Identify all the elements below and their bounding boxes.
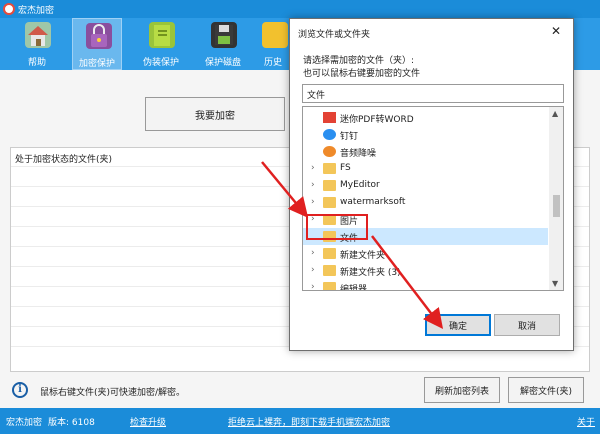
- tree-item-label: MyEditor: [340, 180, 380, 190]
- ok-button[interactable]: 确定: [425, 314, 491, 336]
- app-title: 宏杰加密: [18, 6, 55, 16]
- annotation-highlight-box: [306, 214, 368, 240]
- app-logo: [3, 3, 15, 15]
- tree-item[interactable]: › 新建文件夹 (3): [303, 262, 548, 279]
- tree-item-label: 钉钉: [340, 132, 359, 142]
- tree-item-label: watermarksoft: [340, 197, 406, 207]
- tree-item-label: 新建文件夹 (3): [340, 268, 401, 278]
- toolbar-encrypt-button[interactable]: 加密保护: [72, 18, 122, 70]
- chevron-right-icon[interactable]: ›: [311, 266, 319, 275]
- chevron-right-icon[interactable]: ›: [311, 283, 319, 291]
- folder-icon: [323, 265, 336, 276]
- tree-item-label: 编辑器: [340, 285, 368, 291]
- browse-dialog: 浏览文件或文件夹 ✕ 请选择需加密的文件（夹）: 也可以鼠标右键要加密的文件 文…: [289, 18, 574, 351]
- status-bar: 宏杰加密 版本: 6108 检查升级 拒绝云上裸奔，即刻下载手机端宏杰加密 关于: [0, 408, 600, 434]
- check-upgrade-link[interactable]: 检查升级: [130, 415, 166, 428]
- dingtalk-icon: [323, 129, 336, 140]
- list-header: 处于加密状态的文件(夹): [15, 155, 113, 165]
- scroll-up-icon[interactable]: ▲: [552, 109, 558, 118]
- tree-item[interactable]: › watermarksoft: [303, 194, 548, 211]
- book-icon: [149, 22, 175, 48]
- tree-item[interactable]: › MyEditor: [303, 177, 548, 194]
- chevron-right-icon[interactable]: ›: [311, 198, 319, 207]
- tree-item[interactable]: 迷你PDF转WORD: [303, 109, 548, 126]
- scroll-thumb[interactable]: [553, 195, 560, 217]
- status-app-name: 宏杰加密: [6, 418, 43, 428]
- status-version: 版本: 6108: [48, 418, 95, 428]
- toolbar-disguise-button[interactable]: 伪装保护: [136, 18, 186, 70]
- pdf-app-icon: [323, 112, 336, 123]
- folder-icon: [323, 248, 336, 259]
- promo-link[interactable]: 拒绝云上裸奔，即刻下载手机端宏杰加密: [228, 415, 390, 428]
- toolbar-label: 历史: [263, 58, 282, 68]
- title-bar: 宏杰加密: [0, 0, 600, 18]
- info-text: 鼠标右键文件(夹)可快速加密/解密。: [40, 388, 186, 398]
- tree-item[interactable]: › 编辑器: [303, 279, 548, 291]
- folder-icon: [323, 197, 336, 208]
- path-input[interactable]: 文件: [302, 84, 564, 103]
- folder-icon: [323, 180, 336, 191]
- toolbar-label: 伪装保护: [142, 58, 179, 68]
- toolbar-disk-button[interactable]: 保护磁盘: [198, 18, 248, 70]
- cancel-button[interactable]: 取消: [494, 314, 560, 336]
- tree-scrollbar[interactable]: ▲ ▼: [549, 107, 563, 290]
- toolbar-history-button[interactable]: 历史: [258, 18, 288, 70]
- tree-item-label: FS: [340, 163, 351, 173]
- dialog-title: 浏览文件或文件夹: [298, 30, 371, 40]
- tree-item-label: 迷你PDF转WORD: [340, 115, 414, 125]
- tree-item[interactable]: › 新建文件夹: [303, 245, 548, 262]
- about-link[interactable]: 关于: [577, 415, 595, 428]
- audio-app-icon: [323, 146, 336, 157]
- chevron-right-icon[interactable]: ›: [311, 249, 319, 258]
- tree-item[interactable]: 音频降噪: [303, 143, 548, 160]
- toolbar-label: 加密保护: [78, 59, 115, 69]
- tree-item[interactable]: › FS: [303, 160, 548, 177]
- tree-item-label: 音频降噪: [340, 149, 377, 159]
- lock-bag-icon: [86, 23, 112, 49]
- encrypt-button[interactable]: 我要加密: [145, 97, 285, 131]
- tree-item[interactable]: 钉钉: [303, 126, 548, 143]
- toolbar-label: 帮助: [27, 58, 46, 68]
- dialog-desc-line: 也可以鼠标右键要加密的文件: [303, 69, 421, 79]
- close-icon[interactable]: ✕: [545, 22, 567, 40]
- refresh-list-button[interactable]: 刷新加密列表: [424, 377, 500, 403]
- chevron-right-icon[interactable]: ›: [311, 181, 319, 190]
- toolbar-label: 保护磁盘: [204, 58, 241, 68]
- scroll-down-icon[interactable]: ▼: [552, 279, 558, 288]
- folder-tree[interactable]: 迷你PDF转WORD 钉钉 音频降噪 › FS › MyEditor › wat…: [302, 106, 564, 291]
- tree-item-label: 新建文件夹: [340, 251, 386, 261]
- dialog-description: 请选择需加密的文件（夹）: 也可以鼠标右键要加密的文件: [303, 55, 420, 81]
- floppy-disk-icon: [211, 22, 237, 48]
- decrypt-button[interactable]: 解密文件(夹): [508, 377, 584, 403]
- house-icon: [25, 22, 51, 48]
- dialog-desc-line: 请选择需加密的文件（夹）:: [303, 56, 415, 66]
- folder-icon: [323, 163, 336, 174]
- history-icon: [262, 22, 288, 48]
- toolbar-help-button[interactable]: 帮助: [12, 18, 62, 70]
- chevron-right-icon[interactable]: ›: [311, 164, 319, 173]
- folder-icon: [323, 282, 336, 290]
- info-icon: i: [12, 382, 28, 398]
